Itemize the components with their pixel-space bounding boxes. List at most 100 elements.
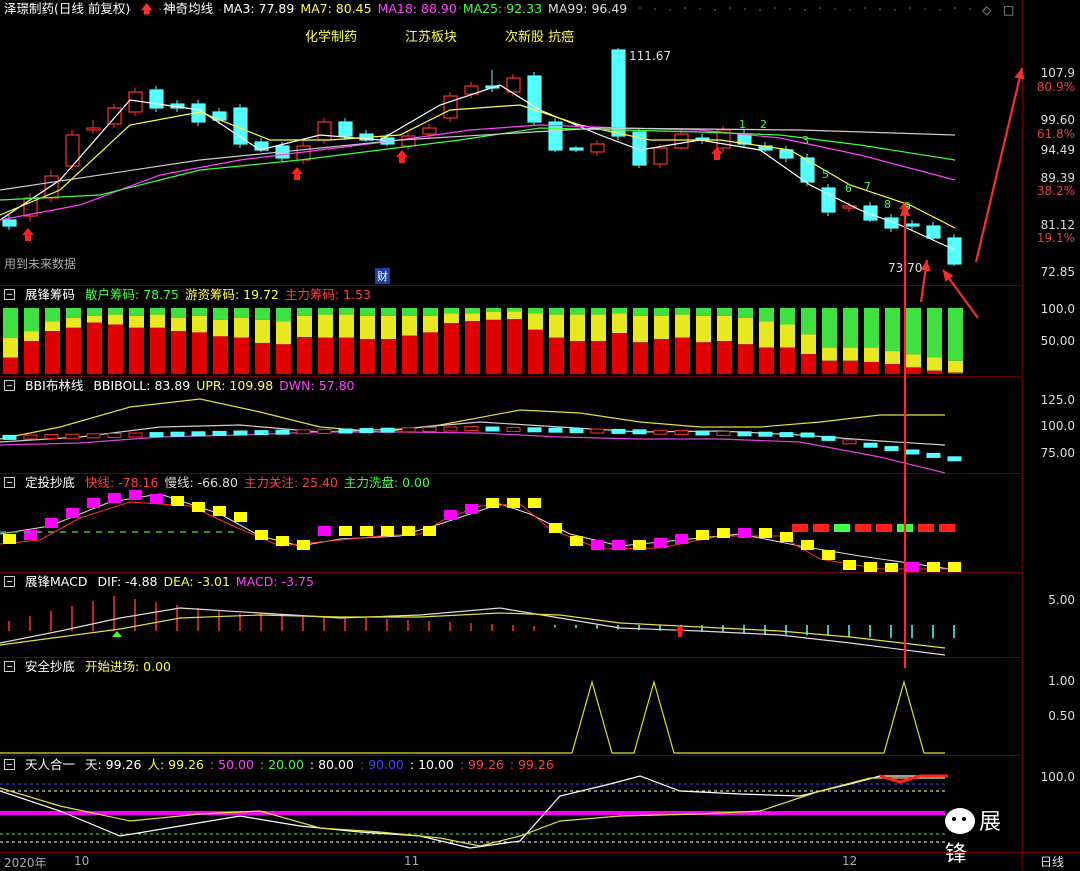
chip-bar-segment: [906, 367, 921, 374]
dot-mark: [699, 8, 701, 10]
macd-axis: 5.00: [1022, 573, 1080, 657]
bbi-candle: [926, 452, 941, 458]
wave-count-label: 7: [864, 180, 871, 193]
bbi-lower-line: [0, 431, 946, 473]
chip-bar-segment: [297, 337, 312, 374]
dingtou-bar: [444, 510, 457, 520]
bbi-panel[interactable]: BBI布林线 BBIBOLL: 83.89 UPR: 109.98 DWN: 57.…: [0, 377, 1022, 474]
chip-bar-segment: [87, 322, 102, 374]
dingtou-bar: [780, 532, 793, 542]
candlestick-chart[interactable]: 1 2 3 5 6 78 9: [0, 0, 1022, 285]
wave-count-label: 8: [884, 198, 891, 211]
tianren-panel[interactable]: 天人合一 天: 99.26 人: 99.26: 50.00: 20.00: 80.…: [0, 756, 1022, 867]
dot-mark: [444, 9, 446, 11]
x-label: 11: [404, 854, 420, 868]
bbi-candle: [464, 426, 479, 432]
dingtou-bar: [213, 506, 226, 516]
dot-mark: [144, 7, 146, 9]
dot-mark: [549, 7, 551, 9]
chip-chart: [3, 308, 963, 374]
dot-mark: [684, 7, 686, 9]
chip-bar-segment: [738, 317, 753, 345]
candle: [44, 175, 59, 199]
chip-bar-segment: [360, 339, 375, 374]
dot-mark: [204, 8, 206, 10]
dingtou-bar: [864, 562, 877, 572]
chip-bar-segment: [297, 315, 312, 338]
dingtou-bar: [150, 494, 163, 504]
safe-panel[interactable]: 安全抄底 开始进场: 0.00: [0, 658, 1022, 756]
dot-mark: [399, 9, 401, 11]
dingtou-axis: [1022, 474, 1080, 572]
buy-arrow-icon: [675, 625, 685, 637]
chip-panel[interactable]: 展锋筹码 散户筹码: 78.75 游资筹码: 19.72 主力筹码: 1.53: [0, 286, 1022, 377]
dingtou-bar: [381, 526, 394, 536]
bbi-candle: [107, 432, 122, 438]
chip-bar-segment: [843, 347, 858, 361]
bbi-candle: [653, 429, 668, 435]
price-tick: 94.49: [1040, 143, 1075, 157]
bbi-candle: [611, 428, 626, 434]
candle: [947, 237, 962, 265]
price-tick: 99.60: [1040, 113, 1075, 127]
bbi-tick: 100.0: [1040, 419, 1075, 433]
main-focus-bar: [813, 524, 829, 532]
chip-bar-segment: [549, 308, 564, 315]
dingtou-bar: [87, 498, 100, 508]
dot-mark: [924, 8, 926, 10]
bbi-candle: [632, 429, 647, 435]
dot-mark: [834, 8, 836, 10]
candle: [401, 135, 416, 147]
candle: [569, 147, 584, 151]
macd-chart: [0, 596, 955, 656]
tianren-chart: [0, 774, 948, 849]
chip-bar-segment: [717, 308, 732, 316]
bbi-candle: [695, 430, 710, 436]
bbi-tick: 125.0: [1040, 393, 1075, 407]
chip-bar-segment: [24, 341, 39, 374]
dingtou-bar: [801, 540, 814, 550]
chip-bar-segment: [129, 308, 144, 316]
chip-bar-segment: [696, 308, 711, 316]
chip-bar-segment: [444, 313, 459, 324]
chip-bar-segment: [549, 314, 564, 338]
chip-bar-segment: [885, 308, 900, 351]
dot-mark: [714, 9, 716, 11]
bbi-candle: [44, 434, 59, 440]
chip-bar-segment: [759, 308, 774, 322]
chip-bar-segment: [87, 308, 102, 316]
dingtou-bar: [948, 562, 961, 572]
chip-bar-segment: [444, 308, 459, 314]
dot-mark: [519, 8, 521, 10]
dot-mark: [759, 9, 761, 11]
dot-mark: [774, 7, 776, 9]
macd-panel[interactable]: 展锋MACD DIF: -4.88 DEA: -3.01 MACD: -3.75: [0, 573, 1022, 658]
chip-bar-segment: [465, 308, 480, 314]
candle: [107, 107, 122, 125]
dot-mark: [804, 9, 806, 11]
chip-bar-segment: [906, 308, 921, 355]
dot-mark: [99, 7, 101, 9]
dingtou-panel[interactable]: 定投抄底 快线: -78.16 慢线: -66.80 主力关注: 25.40 主力洗盘…: [0, 474, 1022, 573]
candle: [338, 121, 353, 137]
dot-mark: [384, 8, 386, 10]
dingtou-bar: [822, 550, 835, 560]
chip-tick: 100.0: [1040, 302, 1075, 316]
chip-bar-segment: [591, 314, 606, 341]
dot-mark: [864, 7, 866, 9]
chip-bar-segment: [192, 332, 207, 374]
chip-bar-segment: [465, 313, 480, 322]
bbi-candle: [401, 427, 416, 433]
buy-arrow-icon: [22, 228, 34, 241]
price-panel[interactable]: 泽璟制药(日线 前复权) 🡅 神奇均线 MA3: 77.89 MA7: 80.45…: [0, 0, 1022, 286]
wave-count-label: 9: [904, 200, 911, 213]
dingtou-bar: [66, 508, 79, 518]
dingtou-bar: [423, 526, 436, 536]
dingtou-bar: [549, 523, 562, 533]
period-button[interactable]: 日线: [1022, 852, 1080, 870]
chip-bar-segment: [885, 364, 900, 374]
chip-bar-segment: [381, 308, 396, 316]
bbi-candle: [884, 446, 899, 452]
chip-bar-segment: [696, 315, 711, 343]
dingtou-chart: [0, 490, 961, 572]
